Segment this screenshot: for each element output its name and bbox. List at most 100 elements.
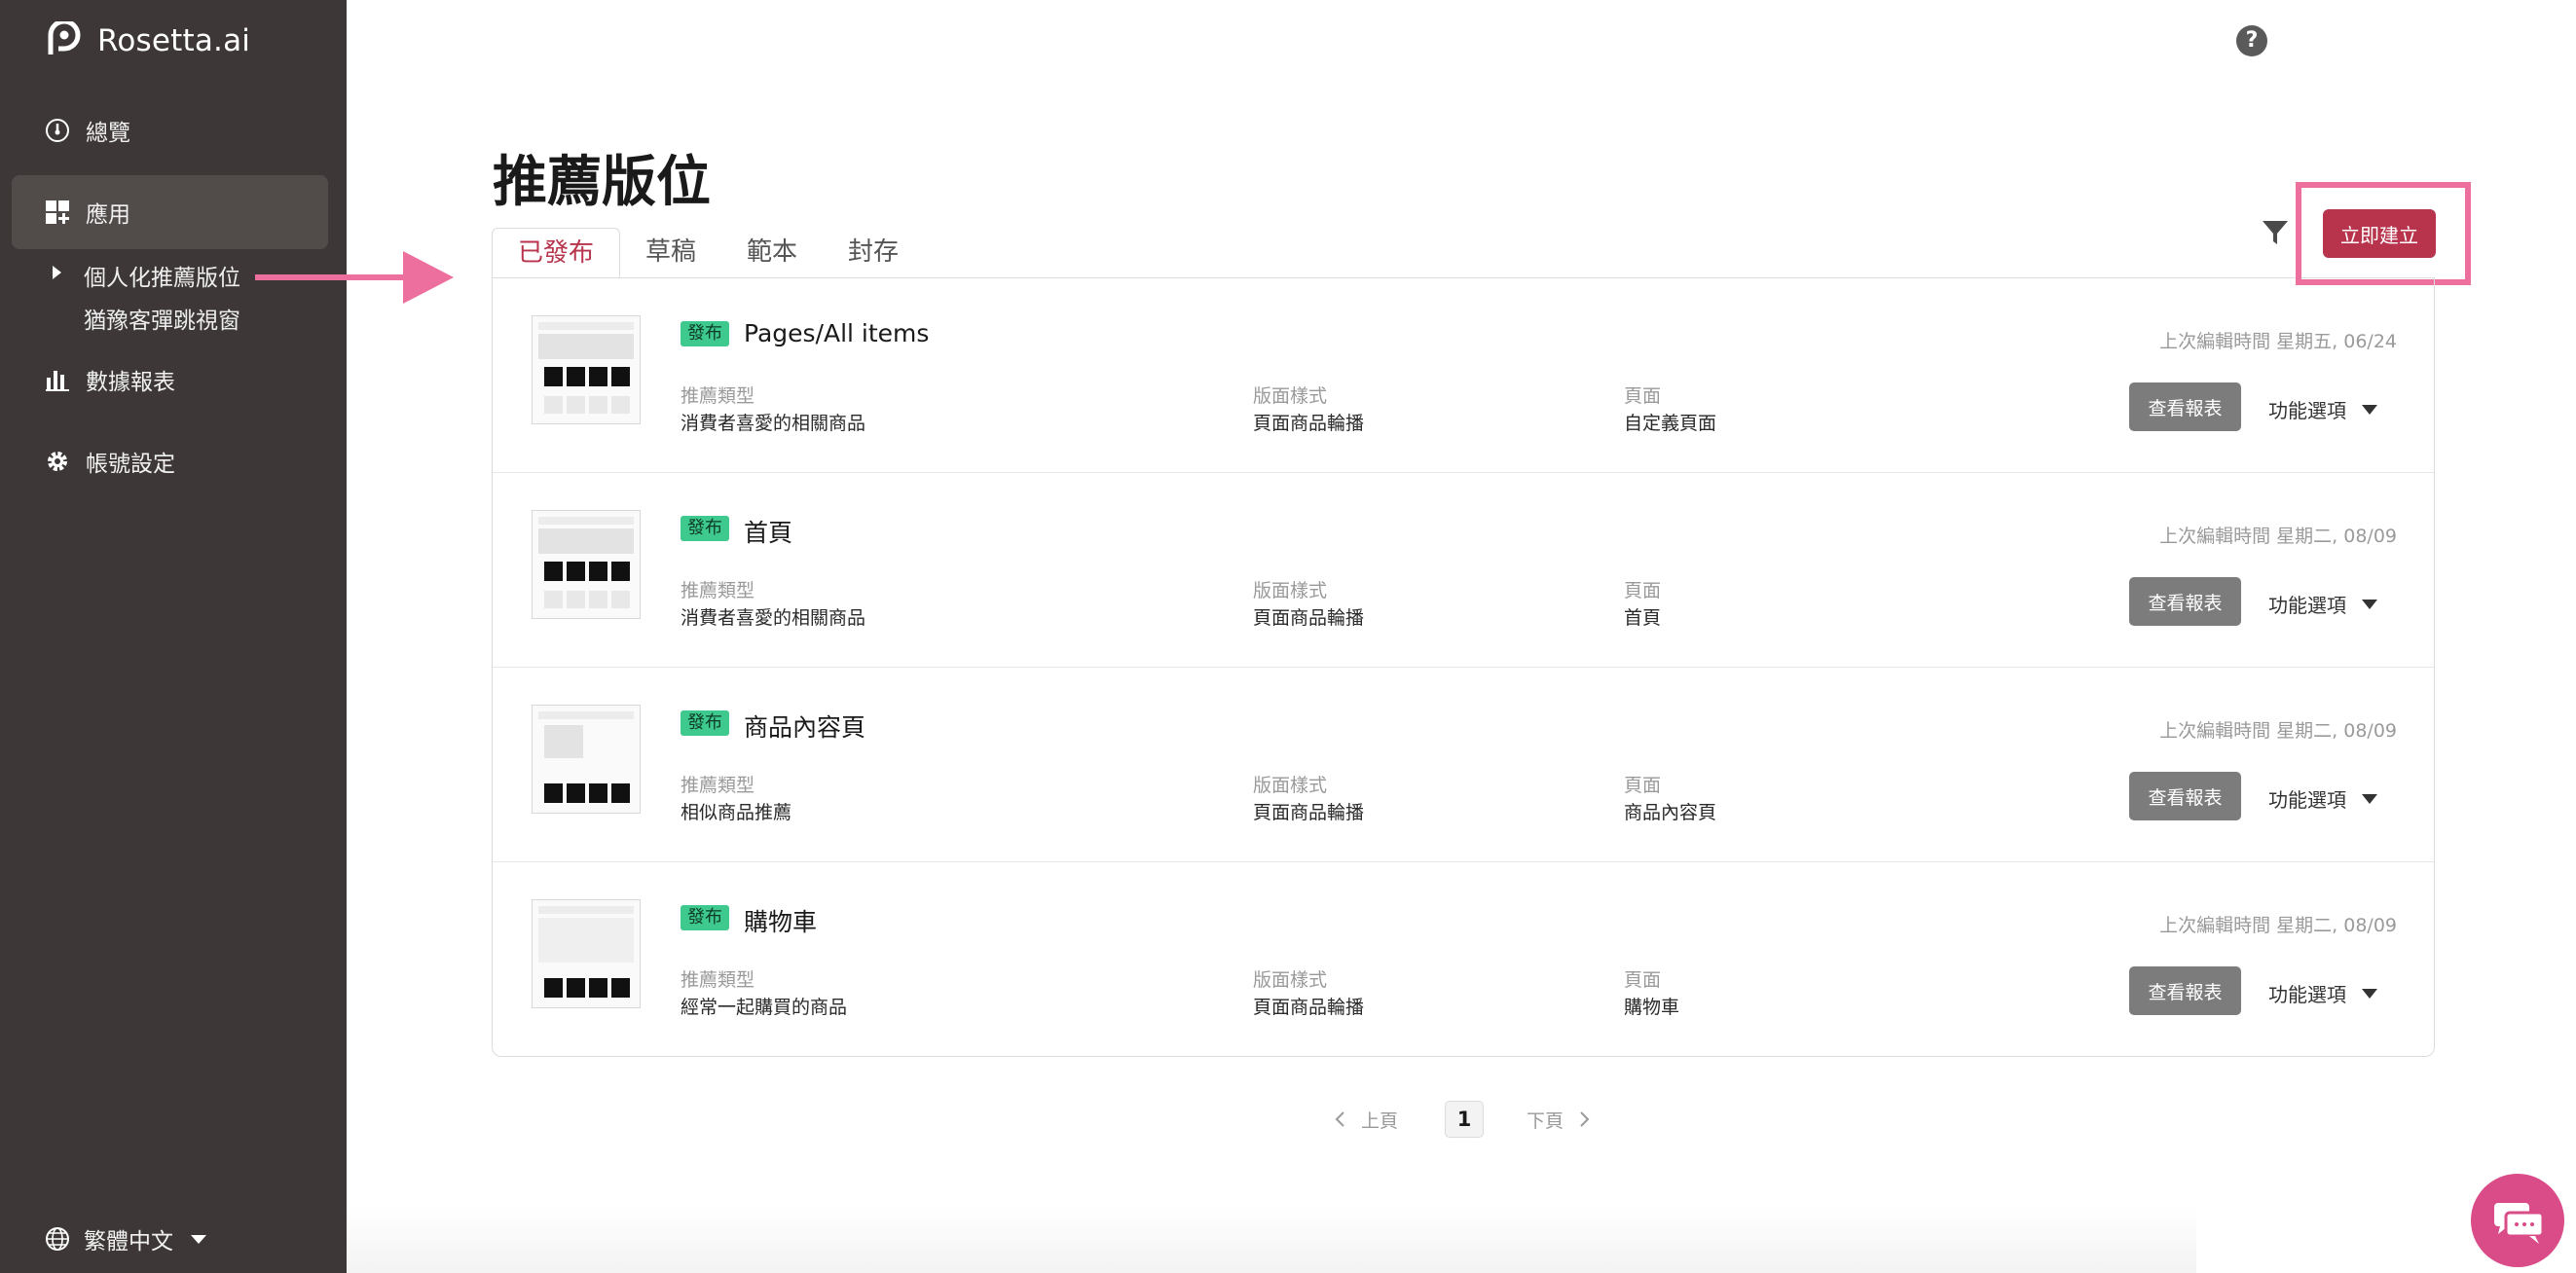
status-badge: 發布 [681, 516, 729, 541]
tab-bar: 已發布 草稿 範本 封存 [492, 228, 924, 278]
table-row[interactable]: 發布 購物車 上次編輯時間 星期二, 08/09 推薦類型 經常一起購買的商品 … [493, 862, 2434, 1057]
actions-label: 功能選項 [2268, 594, 2346, 617]
annotation-arrow-line [255, 274, 411, 280]
page-value: 購物車 [1624, 997, 1680, 1018]
style-value: 頁面商品輪播 [1253, 413, 1365, 434]
gauge-icon [46, 119, 69, 142]
style-label: 版面樣式 [1253, 385, 1328, 407]
caret-down-icon [2362, 988, 2377, 999]
sidebar-item-account-settings[interactable]: 帳號設定 [0, 430, 347, 492]
placement-thumbnail [532, 315, 641, 424]
page-label: 頁面 [1624, 969, 1662, 991]
style-value: 頁面商品輪播 [1253, 802, 1365, 823]
style-label: 版面樣式 [1253, 969, 1328, 991]
pagination-prev[interactable]: 上頁 [1334, 1100, 1398, 1139]
bottom-fade [347, 1207, 2196, 1273]
app-name: Rosetta.ai [97, 23, 251, 58]
last-edited: 上次編輯時間 星期二, 08/09 [2159, 720, 2397, 742]
help-icon[interactable]: ? [2236, 25, 2267, 56]
pagination-prev-label: 上頁 [1361, 1109, 1399, 1132]
tab-drafts[interactable]: 草稿 [620, 228, 721, 278]
logo[interactable]: Rosetta.ai [45, 21, 250, 60]
page-label: 頁面 [1624, 775, 1662, 796]
type-label: 推薦類型 [681, 775, 755, 796]
sidebar-item-apps[interactable]: 應用 [12, 175, 328, 249]
chat-button[interactable] [2471, 1174, 2564, 1267]
chat-bubble-icon [2494, 1203, 2545, 1244]
tab-published[interactable]: 已發布 [492, 228, 621, 278]
tab-templates[interactable]: 範本 [721, 228, 823, 278]
style-label: 版面樣式 [1253, 580, 1328, 601]
page-label: 頁面 [1624, 580, 1662, 601]
placement-title[interactable]: 首頁 [744, 514, 792, 549]
sidebar-item-label: 應用 [86, 202, 130, 228]
view-report-button[interactable]: 查看報表 [2129, 382, 2241, 431]
placement-title[interactable]: Pages/All items [744, 319, 929, 347]
type-value: 經常一起購買的商品 [681, 997, 848, 1018]
placement-thumbnail [532, 510, 641, 619]
apps-icon [46, 200, 69, 224]
rosetta-logo-icon [48, 21, 81, 55]
status-badge: 發布 [681, 321, 729, 346]
last-edited: 上次編輯時間 星期二, 08/09 [2159, 915, 2397, 936]
type-label: 推薦類型 [681, 385, 755, 407]
actions-dropdown[interactable]: 功能選項 [2268, 979, 2377, 1007]
last-edited: 上次編輯時間 星期五, 06/24 [2159, 331, 2397, 352]
view-report-button[interactable]: 查看報表 [2129, 966, 2241, 1015]
placement-thumbnail [532, 899, 641, 1008]
actions-dropdown[interactable]: 功能選項 [2268, 784, 2377, 813]
placement-title[interactable]: 購物車 [744, 903, 817, 938]
annotation-arrow-head [403, 251, 454, 304]
page-value: 首頁 [1624, 607, 1662, 629]
chevron-right-icon [1580, 1111, 1590, 1127]
table-row[interactable]: 發布 商品內容頁 上次編輯時間 星期二, 08/09 推薦類型 相似商品推薦 版… [493, 668, 2434, 862]
caret-down-icon [2362, 599, 2377, 609]
tab-archived[interactable]: 封存 [823, 228, 924, 278]
sidebar-item-label: 帳號設定 [86, 452, 175, 477]
placement-thumbnail [532, 705, 641, 814]
globe-icon [46, 1227, 69, 1251]
style-label: 版面樣式 [1253, 775, 1328, 796]
page-value: 商品內容頁 [1624, 802, 1717, 823]
pagination-next[interactable]: 下頁 [1527, 1100, 1591, 1139]
sidebar-item-overview[interactable]: 總覽 [0, 99, 347, 162]
sidebar-subitem-exit-popup[interactable]: 猶豫客彈跳視窗 [84, 302, 240, 335]
type-value: 消費者喜愛的相關商品 [681, 607, 866, 629]
page-title: 推薦版位 [493, 151, 711, 214]
type-value: 消費者喜愛的相關商品 [681, 413, 866, 434]
type-label: 推薦類型 [681, 580, 755, 601]
style-value: 頁面商品輪播 [1253, 997, 1365, 1018]
actions-dropdown[interactable]: 功能選項 [2268, 590, 2377, 618]
actions-label: 功能選項 [2268, 399, 2346, 422]
placement-title[interactable]: 商品內容頁 [744, 709, 865, 744]
sidebar-item-label: 數據報表 [86, 370, 175, 395]
actions-dropdown[interactable]: 功能選項 [2268, 395, 2377, 423]
language-label: 繁體中文 [84, 1229, 173, 1255]
sidebar-item-reports[interactable]: 數據報表 [0, 348, 347, 411]
language-selector[interactable]: 繁體中文 [45, 1222, 206, 1255]
actions-label: 功能選項 [2268, 983, 2346, 1006]
type-label: 推薦類型 [681, 969, 755, 991]
page-value: 自定義頁面 [1624, 413, 1717, 434]
caret-right-icon [53, 266, 61, 279]
bar-chart-icon [46, 371, 69, 391]
sidebar: Rosetta.ai 總覽 應用 個人化推薦版位 猶豫客彈跳視窗 數據報表 帳號… [0, 0, 347, 1273]
table-row[interactable]: 發布 Pages/All items 上次編輯時間 星期五, 06/24 推薦類… [493, 278, 2434, 473]
placement-list: 發布 Pages/All items 上次編輯時間 星期五, 06/24 推薦類… [492, 278, 2435, 1057]
status-badge: 發布 [681, 905, 729, 930]
sidebar-item-label: 總覽 [86, 121, 130, 146]
gear-icon [48, 452, 67, 471]
view-report-button[interactable]: 查看報表 [2129, 577, 2241, 626]
style-value: 頁面商品輪播 [1253, 607, 1365, 629]
filter-icon[interactable] [2261, 218, 2290, 247]
status-badge: 發布 [681, 710, 729, 736]
create-button[interactable]: 立即建立 [2323, 209, 2436, 258]
chevron-left-icon [1335, 1111, 1344, 1127]
sidebar-subitem-personalized-placement[interactable]: 個人化推薦版位 [84, 259, 240, 292]
pagination-current-page[interactable]: 1 [1445, 1101, 1484, 1138]
caret-down-icon [2362, 404, 2377, 415]
chevron-down-icon [191, 1234, 206, 1244]
actions-label: 功能選項 [2268, 788, 2346, 812]
table-row[interactable]: 發布 首頁 上次編輯時間 星期二, 08/09 推薦類型 消費者喜愛的相關商品 … [493, 473, 2434, 668]
view-report-button[interactable]: 查看報表 [2129, 772, 2241, 820]
